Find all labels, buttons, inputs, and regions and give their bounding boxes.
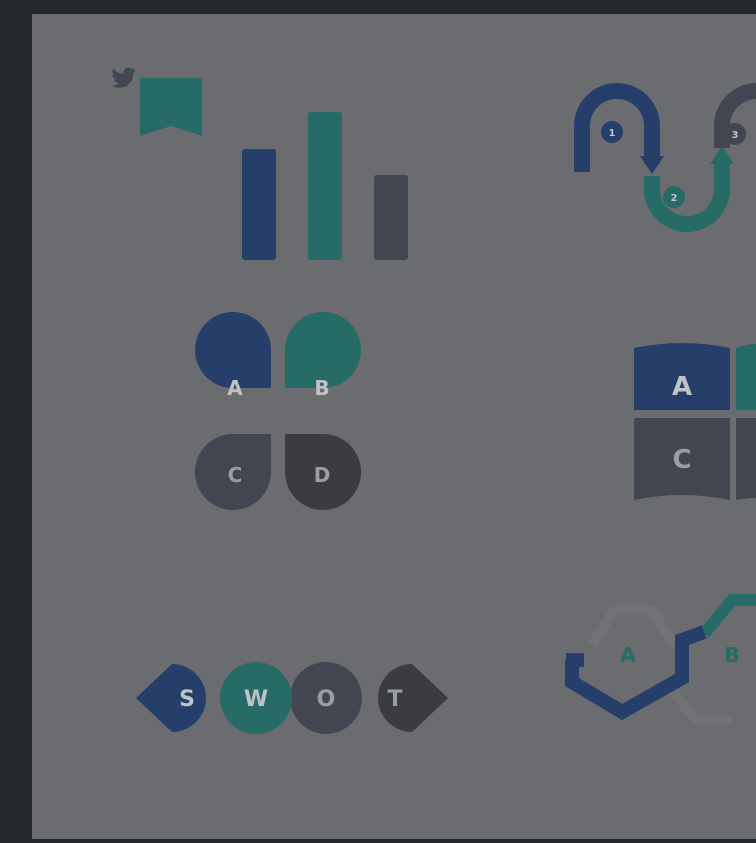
book-grid-graphic: A C xyxy=(634,343,756,500)
svg-text:A: A xyxy=(227,376,243,400)
infographic-canvas: 1 2 3 A B C D A C S T O W A B xyxy=(111,67,756,734)
svg-text:C: C xyxy=(672,445,691,475)
bar-3 xyxy=(374,174,408,260)
step-3-badge: 3 xyxy=(724,123,746,145)
bubble-a: A xyxy=(195,312,271,400)
svg-text:B: B xyxy=(314,376,329,400)
step-2-badge: 2 xyxy=(663,186,685,208)
hex-steps-graphic: A B xyxy=(565,594,756,725)
numbered-steps-graphic: 1 2 3 xyxy=(574,83,756,232)
infographic-panel: 1 2 3 A B C D A C S T O W A B xyxy=(32,14,756,839)
bar-2 xyxy=(308,112,342,260)
bubble-b: B xyxy=(285,312,361,400)
svg-text:S: S xyxy=(179,687,195,712)
svg-text:O: O xyxy=(317,687,336,712)
svg-text:3: 3 xyxy=(732,130,739,141)
twitter-bird-icon xyxy=(111,67,136,88)
svg-text:C: C xyxy=(228,463,243,487)
svg-text:T: T xyxy=(387,687,402,712)
bar-1 xyxy=(242,149,276,260)
swot-s: S xyxy=(136,664,206,732)
svg-text:A: A xyxy=(672,372,692,402)
swot-t: T xyxy=(378,664,448,732)
quad-bubbles-graphic: A B C D xyxy=(195,312,361,510)
svg-text:1: 1 xyxy=(609,128,616,139)
bubble-c: C xyxy=(195,434,271,510)
svg-text:D: D xyxy=(314,463,331,487)
twitter-ribbon-icon xyxy=(111,67,202,136)
svg-text:B: B xyxy=(724,643,739,667)
svg-text:A: A xyxy=(620,643,636,667)
svg-text:2: 2 xyxy=(671,193,678,204)
swot-w: W xyxy=(220,662,292,734)
bar-chart-pictogram xyxy=(242,112,408,260)
step-1-badge: 1 xyxy=(601,121,623,143)
swot-graphic: S T O W xyxy=(136,662,448,734)
step-2-arc xyxy=(644,162,730,232)
bubble-d: D xyxy=(285,434,361,510)
svg-text:W: W xyxy=(244,687,268,712)
swot-o: O xyxy=(290,662,362,734)
